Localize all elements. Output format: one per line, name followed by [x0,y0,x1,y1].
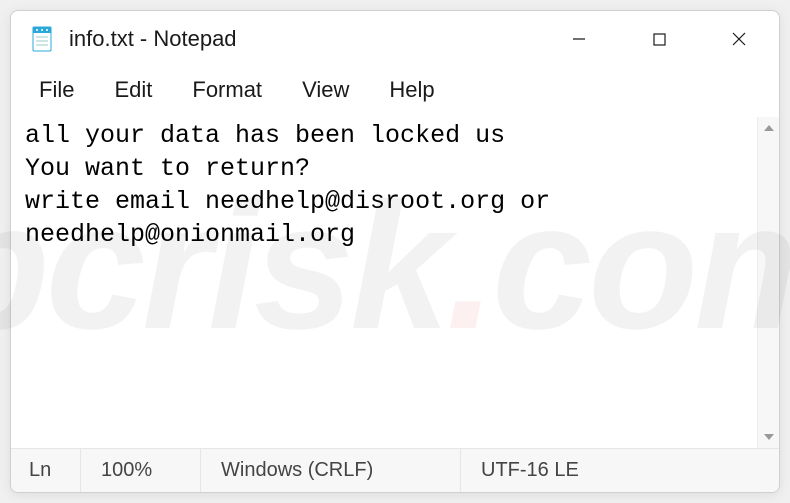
vertical-scrollbar[interactable] [757,117,779,448]
titlebar: info.txt - Notepad [11,11,779,67]
status-encoding: UTF-16 LE [461,449,779,492]
scroll-up-icon[interactable] [758,117,779,139]
status-line-ending: Windows (CRLF) [201,449,461,492]
maximize-button[interactable] [619,11,699,67]
minimize-icon [572,32,586,46]
scrollbar-track[interactable] [758,139,779,426]
text-editor[interactable] [11,117,757,448]
notepad-icon [29,24,55,54]
menu-file[interactable]: File [21,73,92,107]
status-line: Ln [11,449,81,492]
editor-area [11,117,779,448]
menubar: File Edit Format View Help [11,67,779,117]
notepad-window: info.txt - Notepad File Edit Format View… [10,10,780,493]
maximize-icon [653,33,666,46]
menu-format[interactable]: Format [174,73,280,107]
status-zoom: 100% [81,449,201,492]
menu-view[interactable]: View [284,73,367,107]
minimize-button[interactable] [539,11,619,67]
close-icon [732,32,746,46]
menu-edit[interactable]: Edit [96,73,170,107]
scroll-down-icon[interactable] [758,426,779,448]
statusbar: Ln 100% Windows (CRLF) UTF-16 LE [11,448,779,492]
window-controls [539,11,779,67]
close-button[interactable] [699,11,779,67]
menu-help[interactable]: Help [371,73,452,107]
window-title: info.txt - Notepad [69,26,539,52]
